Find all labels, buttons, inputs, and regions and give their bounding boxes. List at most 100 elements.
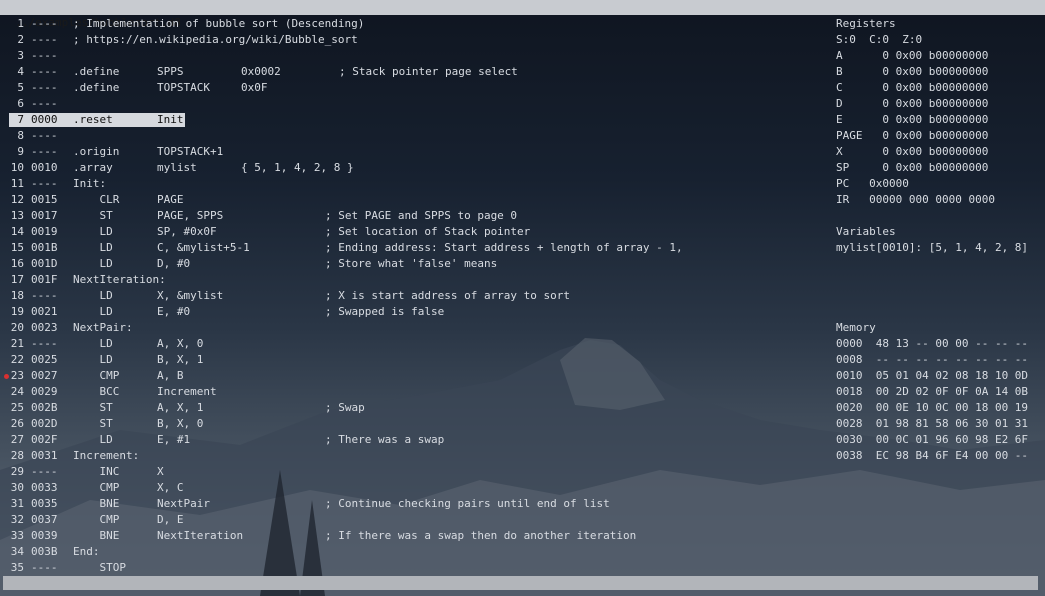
line-address: 001F	[31, 273, 58, 286]
code-operand: mylist	[157, 161, 197, 174]
code-line[interactable]: 24 0029 BCC Increment	[0, 384, 820, 400]
line-number: 9	[17, 145, 24, 158]
line-number: 8	[17, 129, 24, 142]
code-line[interactable]: 13 0017 ST PAGE, SPPS ; Set PAGE and SPPS t…	[0, 208, 820, 224]
code-line[interactable]: 29 ---- INC X	[0, 464, 820, 480]
code-line[interactable]: 16 001D LD D, #0 ; Store what 'false' means	[0, 256, 820, 272]
line-address: ----	[31, 65, 58, 78]
memory-row: 0000 48 13 -- 00 00 -- -- --	[836, 337, 1029, 350]
code-line[interactable]: 31 0035 BNE NextPair ; Continue checking pa…	[0, 496, 820, 512]
code-operand: TOPSTACK+1	[157, 145, 224, 158]
line-number: 32	[10, 513, 24, 526]
register-row: A 0 0x00 b00000000	[836, 49, 989, 62]
line-address: ----	[31, 17, 58, 30]
code-line[interactable]: 34 003B End:	[0, 544, 820, 560]
code-operand: PAGE	[157, 193, 184, 206]
code-line[interactable]: 15 001B LD C, &mylist+5-1 ; Ending address:…	[0, 240, 820, 256]
code-line[interactable]: 14 0019 LD SP, #0x0F ; Set location of Stac…	[0, 224, 820, 240]
memory-row: 0008 -- -- -- -- -- -- -- --	[836, 353, 1029, 366]
line-number: 16	[10, 257, 24, 270]
code-line[interactable]: 25 002B ST A, X, 1 ; Swap	[0, 400, 820, 416]
code-line[interactable]: 33 0039 BNE NextIteration ; If there was a …	[0, 528, 820, 544]
line-number: 23	[10, 369, 24, 382]
code-line[interactable]: 23 0027 CMP A, B	[0, 368, 820, 384]
code-mnemonic: LD	[73, 289, 113, 302]
line-address: ----	[31, 97, 58, 110]
code-line[interactable]: 17 001F NextIteration:	[0, 272, 820, 288]
line-number: 4	[17, 65, 24, 78]
line-address: 0019	[31, 225, 58, 238]
code-line[interactable]: 9 ---- .origin TOPSTACK+1	[0, 144, 820, 160]
code-line[interactable]: 32 0037 CMP D, E	[0, 512, 820, 528]
register-row: PC 0x0000	[836, 177, 909, 190]
code-mnemonic: .define	[73, 65, 120, 78]
register-row: SP 0 0x00 b00000000	[836, 161, 989, 174]
code-line[interactable]: 7 0000 .reset Init	[0, 112, 820, 128]
line-number: 33	[10, 529, 24, 542]
code-operand: X, C	[157, 481, 184, 494]
code-comment: ; Stack pointer page select	[339, 65, 518, 78]
code-line[interactable]: 4 ---- .define SPPS 0x0002 ; Stack pointer pa…	[0, 64, 820, 80]
line-number: 10	[10, 161, 24, 174]
code-line[interactable]: 27 002F LD E, #1 ; There was a swap	[0, 432, 820, 448]
line-number: 22	[10, 353, 24, 366]
code-mnemonic: LD	[73, 433, 113, 446]
line-address: ----	[31, 81, 58, 94]
code-line[interactable]: 6 ----	[0, 96, 820, 112]
code-comment: ; If there was a swap then do another it…	[325, 529, 637, 542]
line-address: 0031	[31, 449, 58, 462]
line-number: 12	[10, 193, 24, 206]
register-row: C 0 0x00 b00000000	[836, 81, 989, 94]
line-number: 7	[17, 113, 24, 126]
code-operand: D, E	[157, 513, 184, 526]
code-comment: ; Swapped is false	[325, 305, 445, 318]
line-number: 34	[10, 545, 24, 558]
code-line[interactable]: 20 0023 NextPair:	[0, 320, 820, 336]
line-number: 2	[17, 33, 24, 46]
code-line[interactable]: 1 ---- ; Implementation of bubble sort (De…	[0, 16, 820, 32]
line-number: 19	[10, 305, 24, 318]
memory-row: 0030 00 0C 01 96 60 98 E2 6F	[836, 433, 1029, 446]
code-operand: B, X, 1	[157, 353, 204, 366]
code-line[interactable]: 28 0031 Increment:	[0, 448, 820, 464]
line-number: 1	[17, 17, 24, 30]
line-address: 0021	[31, 305, 58, 318]
line-address: 001D	[31, 257, 58, 270]
code-line[interactable]: 3 ----	[0, 48, 820, 64]
line-number: 15	[10, 241, 24, 254]
code-line[interactable]: 30 0033 CMP X, C	[0, 480, 820, 496]
code-comment: ; Continue checking pairs until end of l…	[325, 497, 610, 510]
code-operand: Increment	[157, 385, 217, 398]
code-line[interactable]: 19 0021 LD E, #0 ; Swapped is false	[0, 304, 820, 320]
code-value: { 5, 1, 4, 2, 8 }	[241, 161, 354, 174]
code-line[interactable]: 12 0015 CLR PAGE	[0, 192, 820, 208]
code-operand: E, #1	[157, 433, 191, 446]
code-comment: ; X is start address of array to sort	[325, 289, 571, 302]
line-number: 13	[10, 209, 24, 222]
memory-row: 0010 05 01 04 02 08 18 10 0D	[836, 369, 1029, 382]
line-address: 002F	[31, 433, 58, 446]
code-line[interactable]: 8 ----	[0, 128, 820, 144]
code-operand: SP, #0x0F	[157, 225, 217, 238]
code-line[interactable]: 35 ---- STOP	[0, 560, 820, 576]
registers-heading: Registers	[836, 17, 896, 30]
code-line[interactable]: 5 ---- .define TOPSTACK 0x0F	[0, 80, 820, 96]
code-line[interactable]: 21 ---- LD A, X, 0	[0, 336, 820, 352]
code-operand: C, &mylist+5-1	[157, 241, 250, 254]
code-mnemonic: LD	[73, 305, 113, 318]
code-mnemonic: .define	[73, 81, 120, 94]
flags-readout: S:0 C:0 Z:0	[836, 33, 923, 46]
code-line[interactable]: 10 0010 .array mylist { 5, 1, 4, 2, 8 }	[0, 160, 820, 176]
code-mnemonic: ; Implementation of bubble sort (Descend…	[73, 17, 365, 30]
line-number: 35	[10, 561, 24, 574]
line-address: ----	[31, 289, 58, 302]
code-comment: ; Set PAGE and SPPS to page 0	[325, 209, 518, 222]
code-line[interactable]: 18 ---- LD X, &mylist ; X is start address …	[0, 288, 820, 304]
line-address: 0037	[31, 513, 58, 526]
code-line[interactable]: 26 002D ST B, X, 0	[0, 416, 820, 432]
code-mnemonic: NextIteration:	[73, 273, 166, 286]
code-line[interactable]: 22 0025 LD B, X, 1	[0, 352, 820, 368]
code-line[interactable]: 11 ---- Init:	[0, 176, 820, 192]
code-line[interactable]: 2 ---- ; https://en.wikipedia.org/wiki/Bub…	[0, 32, 820, 48]
line-address: 0027	[31, 369, 58, 382]
